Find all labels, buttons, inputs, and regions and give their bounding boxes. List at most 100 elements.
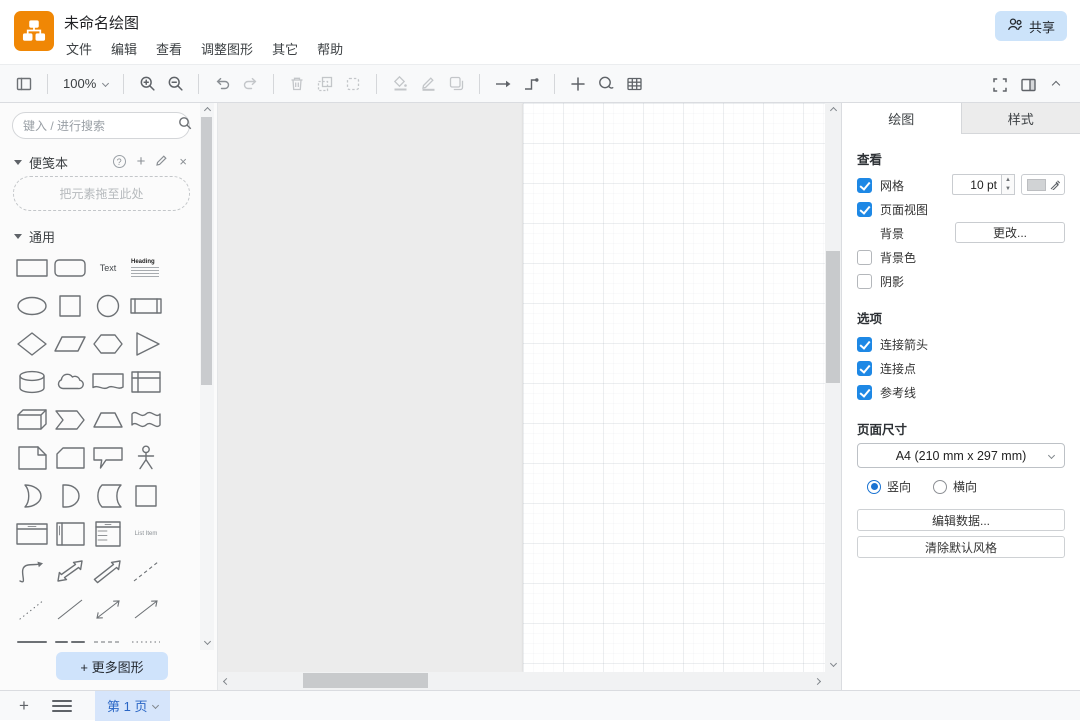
landscape-radio[interactable]	[933, 480, 947, 494]
menu-extras[interactable]: 其它	[272, 39, 298, 58]
shape-or[interactable]	[13, 477, 51, 515]
shape-curve[interactable]	[13, 553, 51, 591]
scratchpad-dropzone[interactable]: 把元素拖至此处	[13, 176, 190, 211]
edit-icon[interactable]	[156, 154, 168, 169]
horizontal-scrollbar[interactable]	[218, 672, 841, 690]
page-grid[interactable]	[523, 103, 825, 672]
page-view-checkbox[interactable]	[857, 202, 872, 217]
format-panel-icon[interactable]	[1014, 72, 1042, 98]
shape-note[interactable]	[13, 439, 51, 477]
pages-menu-icon[interactable]	[52, 696, 72, 716]
redo-icon[interactable]	[236, 71, 264, 97]
shape-parallelogram[interactable]	[51, 325, 89, 363]
scratchpad-section-header[interactable]: 便笺本	[14, 153, 68, 172]
shape-diamond[interactable]	[13, 325, 51, 363]
shape-cube[interactable]	[13, 401, 51, 439]
shape-ellipse[interactable]	[13, 287, 51, 325]
copy-icon[interactable]	[311, 71, 339, 97]
drawing-canvas[interactable]	[218, 103, 841, 690]
shape-text[interactable]: Text	[89, 249, 127, 287]
shape-and[interactable]	[51, 477, 89, 515]
menu-edit[interactable]: 编辑	[111, 39, 137, 58]
paste-icon[interactable]	[339, 71, 367, 97]
guides-checkbox[interactable]	[857, 385, 872, 400]
connection-points-checkbox[interactable]	[857, 361, 872, 376]
grid-size-input[interactable]	[952, 174, 1002, 195]
background-color-checkbox[interactable]	[857, 250, 872, 265]
menu-help[interactable]: 帮助	[317, 39, 343, 58]
shape-line[interactable]	[51, 591, 89, 629]
tab-diagram[interactable]: 绘图	[842, 103, 962, 134]
line-color-icon[interactable]	[414, 71, 442, 97]
tab-style[interactable]: 样式	[962, 103, 1080, 134]
scrollbar-thumb[interactable]	[303, 673, 428, 688]
table-icon[interactable]	[620, 71, 648, 97]
grid-color-button[interactable]	[1021, 174, 1065, 195]
scroll-down-icon[interactable]	[200, 636, 214, 650]
shape-horizontal-line[interactable]	[13, 629, 51, 650]
scroll-right-icon[interactable]	[809, 672, 825, 690]
search-icon[interactable]	[178, 116, 192, 135]
insert-icon[interactable]	[564, 71, 592, 97]
grid-size-stepper[interactable]: ▲▼	[1002, 174, 1015, 195]
share-button[interactable]: 共享	[995, 11, 1067, 41]
edit-data-button[interactable]: 编辑数据...	[857, 509, 1065, 531]
scrollbar-thumb[interactable]	[826, 251, 840, 383]
waypoints-icon[interactable]	[517, 71, 545, 97]
scroll-up-icon[interactable]	[825, 103, 841, 117]
shape-vertical-container[interactable]	[51, 515, 89, 553]
shape-dashed-edge[interactable]	[89, 629, 127, 650]
shape-dashed-line[interactable]	[127, 553, 165, 591]
document-title[interactable]: 未命名绘图	[64, 12, 139, 33]
shape-bidirectional-connector[interactable]	[89, 591, 127, 629]
shape-textbox-heading[interactable]: Heading	[127, 249, 165, 287]
zoom-dropdown[interactable]: 100%	[57, 76, 114, 91]
delete-icon[interactable]	[283, 71, 311, 97]
clear-default-style-button[interactable]: 清除默认风格	[857, 536, 1065, 558]
connection-arrow-icon[interactable]	[489, 71, 517, 97]
help-icon[interactable]: ?	[113, 155, 126, 168]
paper-size-select[interactable]: A4 (210 mm x 297 mm)	[857, 443, 1065, 468]
shape-actor[interactable]	[127, 439, 165, 477]
shape-square[interactable]	[51, 287, 89, 325]
zoom-out-icon[interactable]	[161, 71, 189, 97]
background-change-button[interactable]: 更改...	[955, 222, 1065, 243]
shape-circle[interactable]	[89, 287, 127, 325]
shape-document[interactable]	[89, 363, 127, 401]
shape-cylinder[interactable]	[13, 363, 51, 401]
general-section-header[interactable]: 通用	[14, 227, 55, 246]
shape-square-2[interactable]	[127, 477, 165, 515]
shape-dotted-edge[interactable]	[127, 629, 165, 650]
portrait-radio[interactable]	[867, 480, 881, 494]
shape-triangle[interactable]	[127, 325, 165, 363]
add-icon[interactable]: +	[137, 153, 146, 170]
fullscreen-icon[interactable]	[986, 72, 1014, 98]
shape-tape[interactable]	[127, 401, 165, 439]
shape-search[interactable]	[12, 112, 190, 139]
shape-rounded-rectangle[interactable]	[51, 249, 89, 287]
shape-hexagon[interactable]	[89, 325, 127, 363]
shape-callout[interactable]	[89, 439, 127, 477]
shadow-checkbox[interactable]	[857, 274, 872, 289]
shape-process[interactable]	[127, 287, 165, 325]
shape-container[interactable]	[13, 515, 51, 553]
shape-list-item[interactable]: List Item	[127, 515, 165, 553]
search-input[interactable]	[23, 119, 178, 133]
shape-trapezoid[interactable]	[89, 401, 127, 439]
shape-rectangle[interactable]	[13, 249, 51, 287]
close-icon[interactable]: ×	[179, 154, 187, 169]
grid-checkbox[interactable]	[857, 178, 872, 193]
shape-directional-connector[interactable]	[127, 591, 165, 629]
shape-link[interactable]	[51, 629, 89, 650]
scroll-down-icon[interactable]	[825, 658, 841, 672]
shape-data-storage[interactable]	[89, 477, 127, 515]
toggle-sidebar-icon[interactable]	[10, 71, 38, 97]
shadow-icon[interactable]	[442, 71, 470, 97]
zoom-in-icon[interactable]	[133, 71, 161, 97]
shape-card[interactable]	[51, 439, 89, 477]
scroll-up-icon[interactable]	[200, 103, 214, 117]
shape-bidirectional-arrow[interactable]	[51, 553, 89, 591]
add-page-icon[interactable]: +	[14, 696, 34, 716]
scroll-left-icon[interactable]	[218, 672, 234, 690]
shape-cloud[interactable]	[51, 363, 89, 401]
